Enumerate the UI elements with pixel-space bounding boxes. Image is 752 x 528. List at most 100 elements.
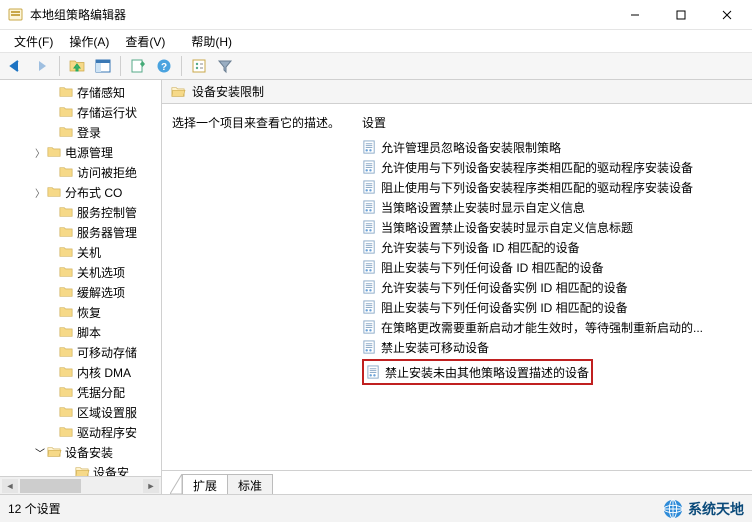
menu-file[interactable]: 文件(F) xyxy=(6,31,61,52)
policy-label: 禁止安装可移动设备 xyxy=(381,339,489,356)
menu-view[interactable]: 查看(V) xyxy=(117,31,173,52)
tree-node-driver-install[interactable]: 驱动程序安 xyxy=(0,422,161,442)
policy-icon xyxy=(362,160,377,175)
tree-label: 存储运行状 xyxy=(77,104,137,121)
policy-label: 允许安装与下列任何设备实例 ID 相匹配的设备 xyxy=(381,279,628,296)
title-bar: 本地组策略编辑器 xyxy=(0,0,752,30)
policy-item[interactable]: 允许安装与下列设备 ID 相匹配的设备 xyxy=(362,237,744,257)
policy-item[interactable]: 阻止安装与下列任何设备实例 ID 相匹配的设备 xyxy=(362,297,744,317)
policy-label: 允许使用与下列设备安装程序类相匹配的驱动程序安装设备 xyxy=(381,159,693,176)
back-button[interactable] xyxy=(4,54,28,78)
globe-icon xyxy=(662,498,684,520)
filter-button[interactable] xyxy=(213,54,237,78)
policy-view-button[interactable] xyxy=(187,54,211,78)
minimize-button[interactable] xyxy=(612,0,658,30)
tree-node-access-denied[interactable]: 访问被拒绝 xyxy=(0,162,161,182)
window-title: 本地组策略编辑器 xyxy=(30,6,612,23)
tree-label: 内核 DMA xyxy=(77,364,131,381)
tree-node-logon[interactable]: 登录 xyxy=(0,122,161,142)
scroll-track[interactable] xyxy=(20,479,141,493)
policy-item[interactable]: 当策略设置禁止设备安装时显示自定义信息标题 xyxy=(362,217,744,237)
status-text: 12 个设置 xyxy=(0,500,662,517)
tree-label: 电源管理 xyxy=(65,144,113,161)
chevron-down-icon[interactable]: ﹀ xyxy=(34,445,46,460)
policy-item[interactable]: 禁止安装可移动设备 xyxy=(362,337,744,357)
toolbar-separator xyxy=(120,56,121,76)
policy-item[interactable]: 禁止安装未由其他策略设置描述的设备 xyxy=(366,362,589,382)
tree-node-device-install[interactable]: ﹀设备安装 xyxy=(0,442,161,462)
policy-label: 阻止安装与下列任何设备实例 ID 相匹配的设备 xyxy=(381,299,628,316)
tree-node-device-install-restrictions[interactable]: 设备安 xyxy=(0,462,161,476)
tree-node-storage-health[interactable]: 存储运行状 xyxy=(0,102,161,122)
tree-node-server-manager[interactable]: 服务器管理 xyxy=(0,222,161,242)
content-header: 设备安装限制 xyxy=(162,80,752,104)
tree-node-removable-storage[interactable]: 可移动存储 xyxy=(0,342,161,362)
policy-icon xyxy=(366,365,381,380)
tab-standard[interactable]: 标准 xyxy=(227,474,273,494)
up-button[interactable] xyxy=(65,54,89,78)
main-area: 存储感知 存储运行状 登录 〉电源管理 访问被拒绝 〉分布式 CO 服务控制管 … xyxy=(0,80,752,494)
tree-view[interactable]: 存储感知 存储运行状 登录 〉电源管理 访问被拒绝 〉分布式 CO 服务控制管 … xyxy=(0,80,161,476)
tree-label: 区域设置服 xyxy=(77,404,137,421)
policy-icon xyxy=(362,340,377,355)
tree-pane: 存储感知 存储运行状 登录 〉电源管理 访问被拒绝 〉分布式 CO 服务控制管 … xyxy=(0,80,162,494)
scroll-left-icon[interactable]: ◄ xyxy=(2,479,18,493)
policy-label: 阻止使用与下列设备安装程序类相匹配的驱动程序安装设备 xyxy=(381,179,693,196)
tree-node-service-control[interactable]: 服务控制管 xyxy=(0,202,161,222)
tree-node-recovery[interactable]: 恢复 xyxy=(0,302,161,322)
horizontal-scrollbar[interactable]: ◄ ► xyxy=(0,476,161,494)
forward-button[interactable] xyxy=(30,54,54,78)
tree-node-mitigation[interactable]: 缓解选项 xyxy=(0,282,161,302)
policy-label: 在策略更改需要重新启动才能生效时，等待强制重新启动的... xyxy=(381,319,703,336)
tree-label: 登录 xyxy=(77,124,101,141)
policy-item[interactable]: 阻止使用与下列设备安装程序类相匹配的驱动程序安装设备 xyxy=(362,177,744,197)
menu-bar: 文件(F) 操作(A) 查看(V) 帮助(H) xyxy=(0,30,752,52)
chevron-right-icon[interactable]: 〉 xyxy=(34,145,46,160)
description-pane: 选择一个项目来查看它的描述。 xyxy=(172,114,362,466)
chevron-right-icon[interactable]: 〉 xyxy=(34,185,46,200)
policy-icon xyxy=(362,200,377,215)
tree-node-credential-delegation[interactable]: 凭据分配 xyxy=(0,382,161,402)
menu-help[interactable]: 帮助(H) xyxy=(183,31,240,52)
close-button[interactable] xyxy=(704,0,750,30)
policy-item[interactable]: 允许安装与下列任何设备实例 ID 相匹配的设备 xyxy=(362,277,744,297)
tree-label: 存储感知 xyxy=(77,84,125,101)
policy-label: 允许安装与下列设备 ID 相匹配的设备 xyxy=(381,239,580,256)
export-list-button[interactable] xyxy=(126,54,150,78)
policy-item[interactable]: 允许使用与下列设备安装程序类相匹配的驱动程序安装设备 xyxy=(362,157,744,177)
tree-node-shutdown[interactable]: 关机 xyxy=(0,242,161,262)
folder-icon xyxy=(170,85,186,99)
policy-icon xyxy=(362,280,377,295)
show-hide-tree-button[interactable] xyxy=(91,54,115,78)
toolbar-separator xyxy=(59,56,60,76)
policy-item[interactable]: 阻止安装与下列任何设备 ID 相匹配的设备 xyxy=(362,257,744,277)
policy-icon xyxy=(362,240,377,255)
menu-action[interactable]: 操作(A) xyxy=(61,31,117,52)
policy-item[interactable]: 在策略更改需要重新启动才能生效时，等待强制重新启动的... xyxy=(362,317,744,337)
policy-label: 禁止安装未由其他策略设置描述的设备 xyxy=(385,364,589,381)
policy-icon xyxy=(362,320,377,335)
tree-node-scripts[interactable]: 脚本 xyxy=(0,322,161,342)
status-bar: 12 个设置 系统天地 xyxy=(0,494,752,522)
column-header-setting[interactable]: 设置 xyxy=(362,114,744,131)
help-button[interactable]: ? xyxy=(152,54,176,78)
svg-text:?: ? xyxy=(161,62,167,73)
policy-item[interactable]: 允许管理员忽略设备安装限制策略 xyxy=(362,137,744,157)
scroll-thumb[interactable] xyxy=(20,479,81,493)
tree-node-locale[interactable]: 区域设置服 xyxy=(0,402,161,422)
policy-icon xyxy=(362,300,377,315)
policy-label: 当策略设置禁止设备安装时显示自定义信息标题 xyxy=(381,219,633,236)
tree-label: 驱动程序安 xyxy=(77,424,137,441)
tree-label: 分布式 CO xyxy=(65,184,122,201)
tree-node-kernel-dma[interactable]: 内核 DMA xyxy=(0,362,161,382)
tree-node-shutdown-options[interactable]: 关机选项 xyxy=(0,262,161,282)
tree-node-storage-sense[interactable]: 存储感知 xyxy=(0,82,161,102)
tree-label: 脚本 xyxy=(77,324,101,341)
policy-item[interactable]: 当策略设置禁止安装时显示自定义信息 xyxy=(362,197,744,217)
scroll-right-icon[interactable]: ► xyxy=(143,479,159,493)
tree-node-power[interactable]: 〉 电源管理 xyxy=(0,142,161,162)
tab-extended[interactable]: 扩展 xyxy=(182,474,228,494)
toolbar: ? xyxy=(0,52,752,80)
tree-node-distributed-com[interactable]: 〉 分布式 CO xyxy=(0,182,161,202)
maximize-button[interactable] xyxy=(658,0,704,30)
